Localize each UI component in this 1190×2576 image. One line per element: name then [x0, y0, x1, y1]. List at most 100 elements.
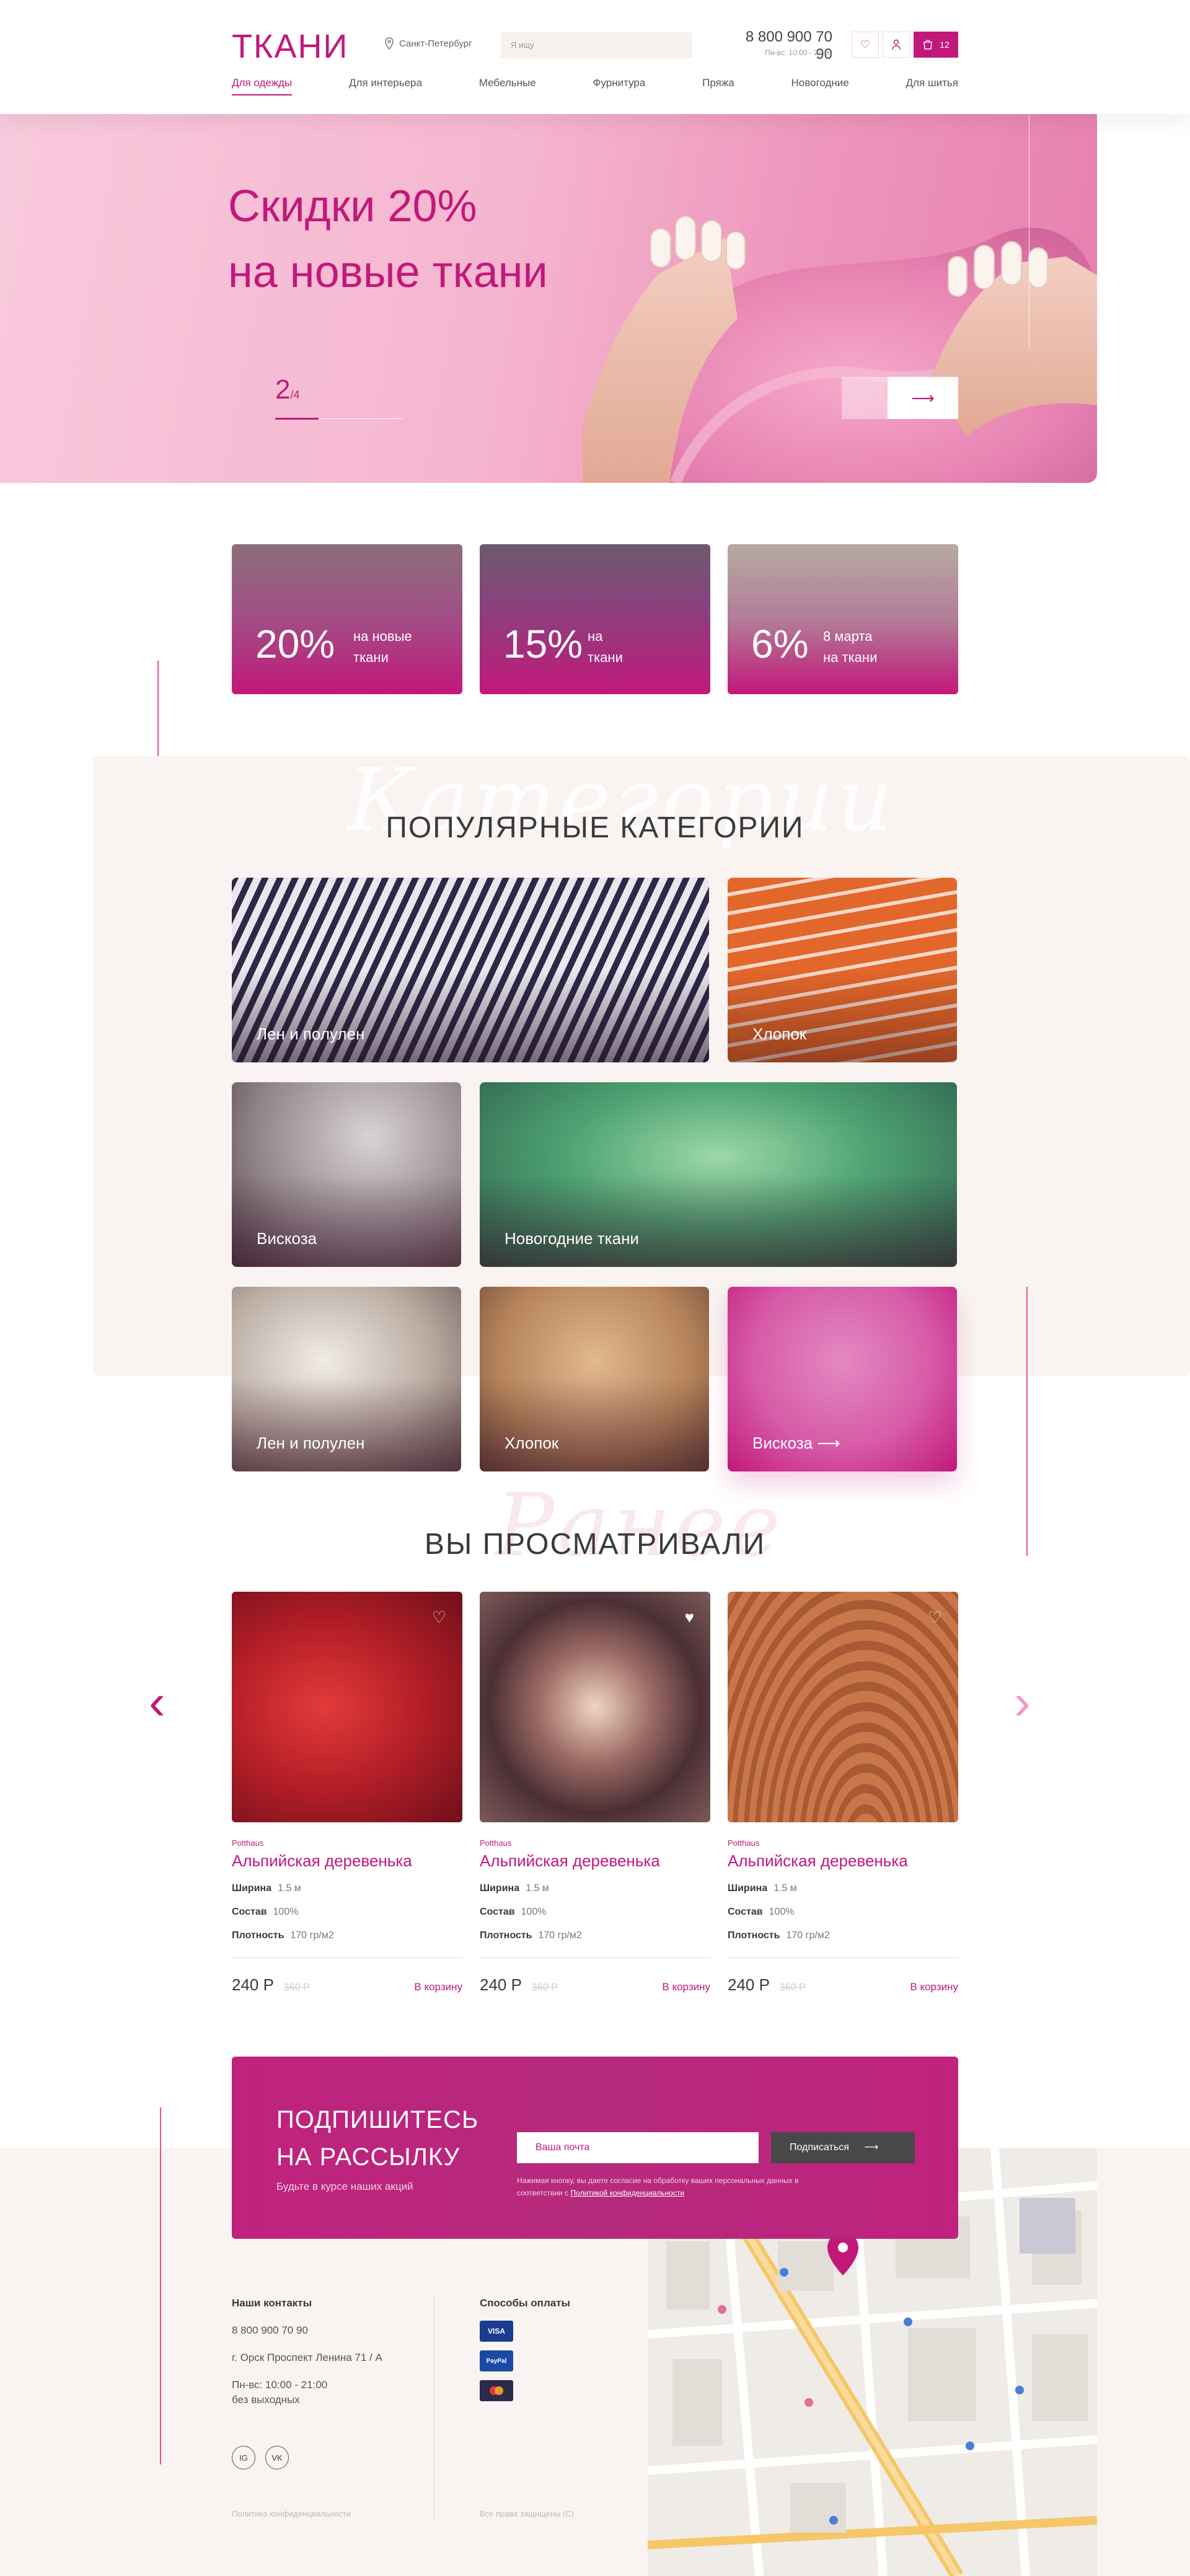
product-width-value: 1.5 м: [526, 1883, 549, 1894]
product-brand: Potthaus: [232, 1838, 264, 1848]
category-label: Лен и полулен: [257, 1025, 365, 1043]
product-composition: Состав 100%: [728, 1907, 958, 1918]
product-image[interactable]: ♥: [480, 1592, 710, 1822]
category-label: Хлопок: [752, 1025, 807, 1043]
promo-card[interactable]: 6% 8 марта на ткани: [728, 544, 958, 694]
vk-icon[interactable]: VK: [265, 2446, 289, 2469]
product-density: Плотность 170 гр/м2: [728, 1930, 958, 1941]
cart-button[interactable]: 12: [914, 32, 958, 58]
product-card[interactable]: ♡ Potthaus Альпийская деревенька Ширина 1…: [232, 1592, 462, 1995]
heart-icon: ♡: [860, 38, 871, 51]
product-card[interactable]: ♥ Potthaus Альпийская деревенька Ширина 1…: [480, 1592, 710, 1995]
category-card[interactable]: Новогодние ткани: [480, 1082, 957, 1267]
chevron-left-icon[interactable]: ‹: [149, 1674, 165, 1731]
category-card-active[interactable]: Вискоза ⟶: [728, 1287, 957, 1471]
nav-item-sewing[interactable]: Для шитья: [906, 77, 958, 95]
main-nav: Для одежды Для интерьера Мебельные Фурни…: [232, 77, 958, 95]
hero-prev-button[interactable]: [842, 377, 888, 419]
category-label: Вискоза: [257, 1229, 317, 1248]
footer-address: г. Орск Проспект Ленина 71 / А: [232, 2352, 382, 2363]
user-icon: [892, 39, 901, 50]
promo-card[interactable]: 15% на ткани: [480, 544, 710, 694]
hero-next-button[interactable]: ⟶: [888, 377, 958, 419]
add-to-cart-button[interactable]: В корзину: [910, 1981, 958, 1993]
email-field[interactable]: Ваша почта: [517, 2132, 759, 2163]
subscribe-button[interactable]: Подписаться ⟶: [771, 2132, 915, 2163]
promo-percent: 15%: [503, 622, 583, 666]
subscribe-note: Нажимая кнопку, вы даете согласие на обр…: [517, 2174, 814, 2199]
category-card[interactable]: Лен и полулен: [232, 878, 709, 1062]
product-price: 240 Р: [480, 1975, 522, 1994]
promo-percent: 20%: [255, 622, 335, 666]
product-density-label: Плотность: [480, 1930, 532, 1941]
heart-filled-icon[interactable]: ♥: [685, 1608, 694, 1627]
arrow-right-icon: ⟶: [817, 1434, 840, 1452]
product-price-row: 240 Р 360 Р В корзину: [480, 1975, 710, 1995]
privacy-policy-link[interactable]: Политикой конфиденциальности: [571, 2189, 685, 2197]
product-density: Плотность 170 гр/м2: [480, 1930, 710, 1941]
footer-phone[interactable]: 8 800 900 70 90: [232, 2324, 308, 2337]
product-price: 240 Р: [728, 1975, 770, 1994]
product-width: Ширина 1.5 м: [728, 1883, 958, 1894]
promo-text-line2: ткани: [353, 650, 389, 665]
nav-item-yarn[interactable]: Пряжа: [702, 77, 734, 95]
product-old-price: 360 Р: [779, 1982, 806, 1993]
product-composition: Состав 100%: [232, 1907, 462, 1918]
product-width-label: Ширина: [728, 1883, 768, 1894]
product-image[interactable]: ♡: [232, 1592, 462, 1822]
chevron-right-icon[interactable]: ›: [1014, 1674, 1031, 1731]
promo-card[interactable]: 20% на новые ткани: [232, 544, 462, 694]
nav-item-interior[interactable]: Для интерьера: [349, 77, 422, 95]
account-button[interactable]: [883, 32, 910, 58]
product-density-value: 170 гр/м2: [290, 1930, 334, 1941]
product-brand: Potthaus: [480, 1838, 512, 1848]
paypal-icon: PayPal: [480, 2350, 513, 2371]
product-density-value: 170 гр/м2: [786, 1930, 830, 1941]
city-selector[interactable]: Санкт-Петербург: [384, 37, 472, 50]
add-to-cart-button[interactable]: В корзину: [662, 1981, 710, 1993]
product-name[interactable]: Альпийская деревенька: [480, 1851, 710, 1871]
product-name[interactable]: Альпийская деревенька: [728, 1851, 958, 1871]
category-card[interactable]: Хлопок: [480, 1287, 709, 1471]
heart-outline-icon[interactable]: ♡: [928, 1608, 942, 1627]
location-pin-icon: [385, 37, 394, 50]
search-input[interactable]: Я ищу: [501, 32, 692, 58]
footer-rights: Все права защищены (C): [480, 2509, 575, 2518]
product-card[interactable]: ♡ Potthaus Альпийская деревенька Ширина 1…: [728, 1592, 958, 1995]
header-phone[interactable]: 8 800 900 70 90: [730, 29, 832, 63]
mastercard-icon: [480, 2380, 513, 2401]
footer-days: без выходных: [232, 2394, 300, 2406]
product-brand: Potthaus: [728, 1838, 760, 1848]
add-to-cart-button[interactable]: В корзину: [414, 1981, 462, 1993]
footer-privacy-link[interactable]: Политика конфиденциальности: [232, 2509, 351, 2518]
product-density-label: Плотность: [232, 1930, 284, 1941]
product-width-value: 1.5 м: [774, 1883, 797, 1894]
instagram-icon[interactable]: IG: [232, 2446, 255, 2469]
divider: [728, 1957, 958, 1958]
category-card[interactable]: Вискоза: [232, 1082, 461, 1267]
category-label-text: Вискоза: [752, 1434, 813, 1452]
promo-text: на ткани: [588, 626, 623, 668]
favorites-button[interactable]: ♡: [852, 32, 879, 58]
category-card[interactable]: Лен и полулен: [232, 1287, 461, 1471]
product-image[interactable]: ♡: [728, 1592, 958, 1822]
product-old-price: 360 Р: [283, 1982, 310, 1993]
nav-item-newyear[interactable]: Новогодние: [791, 77, 849, 95]
slide-progress-fill: [275, 418, 319, 420]
product-width-value: 1.5 м: [278, 1883, 301, 1894]
heart-outline-icon[interactable]: ♡: [432, 1608, 446, 1627]
city-label: Санкт-Петербург: [399, 38, 472, 49]
category-card[interactable]: Хлопок: [728, 878, 957, 1062]
nav-item-fittings[interactable]: Фурнитура: [593, 77, 646, 95]
product-name[interactable]: Альпийская деревенька: [232, 1851, 462, 1871]
subscribe-title: ПОДПИШИТЕСЬ НА РАССЫЛКУ: [276, 2101, 478, 2176]
subscribe-subtitle: Будьте в курсе наших акций: [276, 2181, 413, 2192]
product-width: Ширина 1.5 м: [232, 1883, 462, 1894]
product-composition-label: Состав: [480, 1907, 515, 1917]
product-price-row: 240 Р 360 Р В корзину: [728, 1975, 958, 1995]
logo[interactable]: ТКАНИ: [232, 27, 348, 66]
slide-counter: 2/4: [275, 374, 300, 405]
nav-item-furniture[interactable]: Мебельные: [479, 77, 536, 95]
promo-text-line2: ткани: [588, 650, 623, 665]
nav-item-clothing[interactable]: Для одежды: [232, 77, 293, 95]
